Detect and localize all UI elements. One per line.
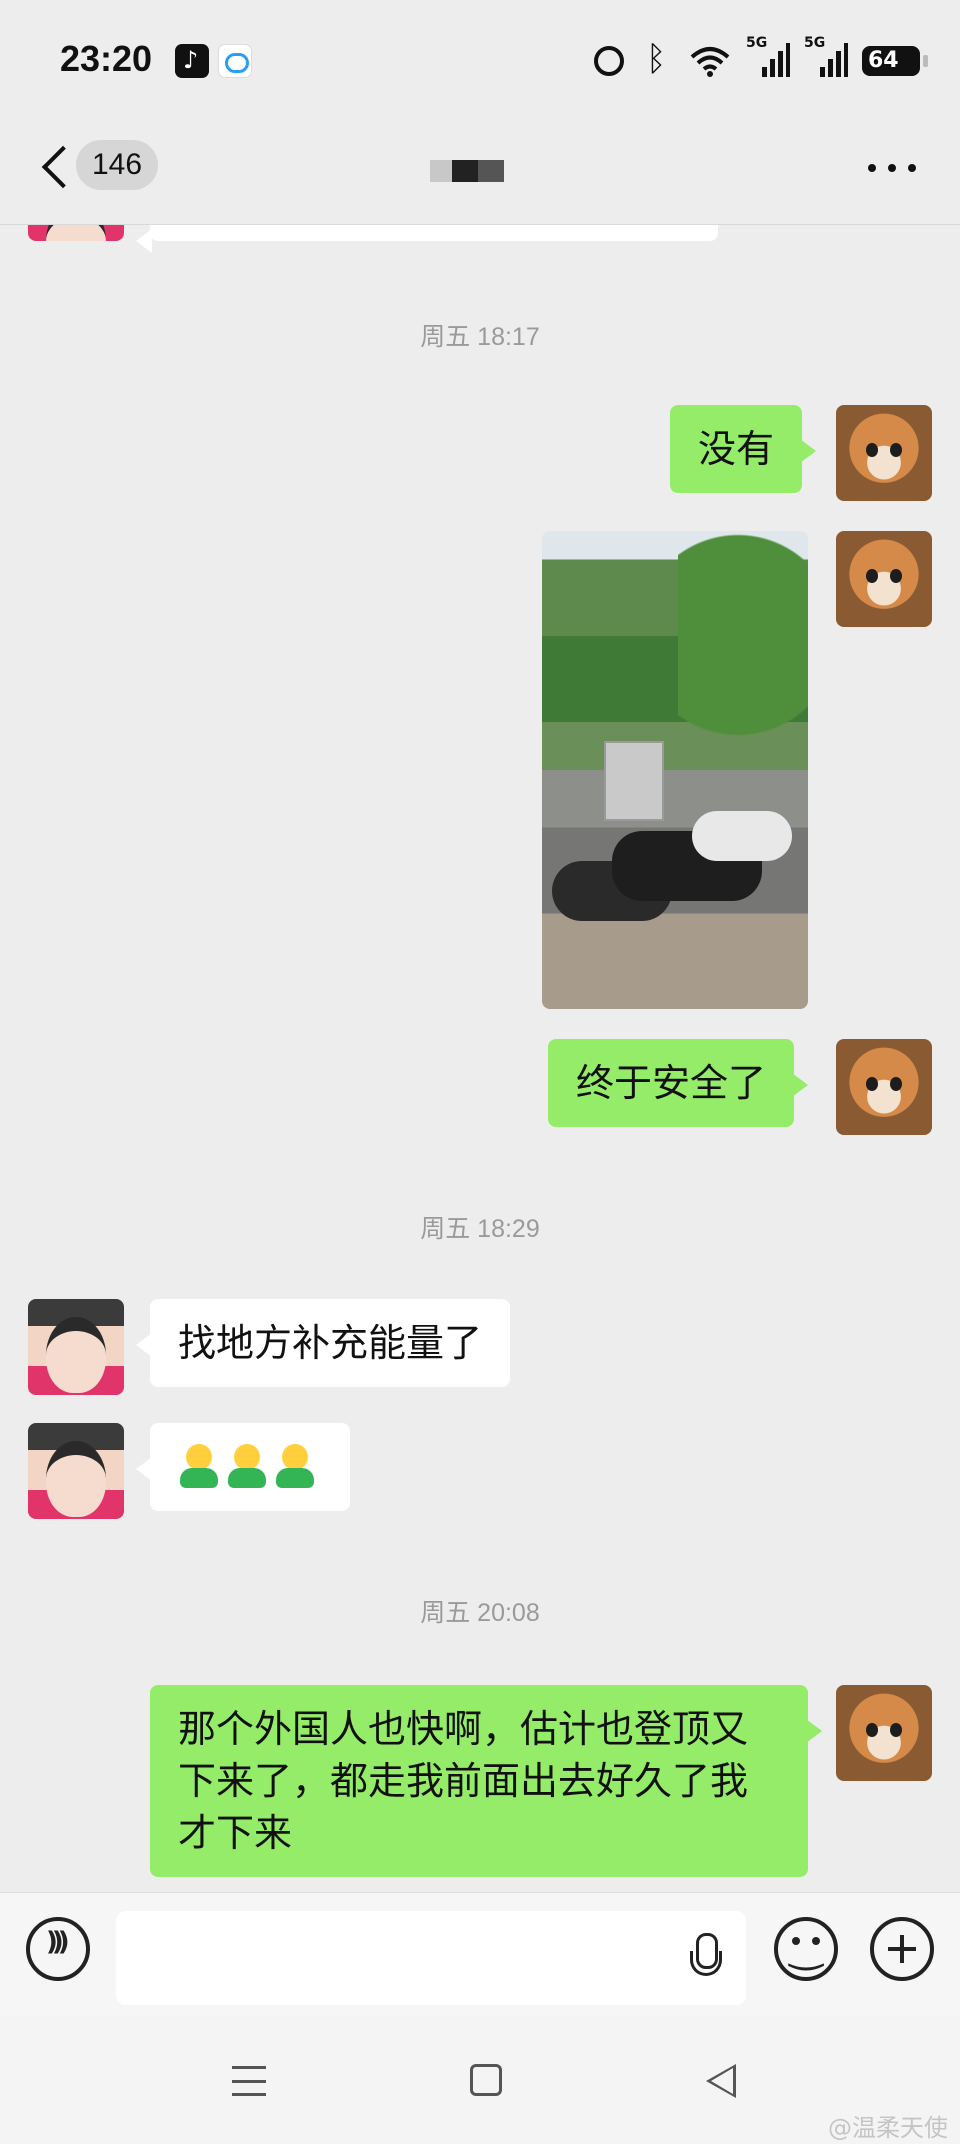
chat-messages[interactable]: 周五 18:17 没有 终于安全了 周五 18:29 找地方补充能量了 周五 2…	[0, 224, 960, 1892]
contact-avatar[interactable]	[28, 225, 124, 241]
message-image[interactable]	[542, 531, 808, 1009]
emoji-icon	[226, 1444, 268, 1490]
chat-header: 146	[0, 120, 960, 224]
chat-app-icon	[218, 44, 252, 78]
emoji-row	[178, 1441, 322, 1493]
message-input[interactable]	[116, 1911, 746, 2005]
message-bubble-self[interactable]: 没有	[670, 405, 817, 493]
battery-icon: 64	[862, 46, 928, 76]
alarm-icon	[594, 46, 624, 76]
self-avatar[interactable]	[836, 531, 932, 627]
message-timestamp: 周五 20:08	[420, 1599, 540, 1627]
contact-avatar[interactable]	[28, 1423, 124, 1519]
photo-kiosk	[604, 741, 664, 821]
home-key-icon[interactable]	[470, 2064, 502, 2096]
microphone-icon[interactable]	[688, 1933, 722, 1985]
self-avatar[interactable]	[836, 1039, 932, 1135]
watermark: @温柔天使	[828, 2114, 948, 2142]
message-timestamp: 周五 18:17	[420, 323, 540, 351]
status-time: 23:20	[60, 38, 153, 79]
back-key-icon[interactable]	[706, 2064, 736, 2098]
menu-key-icon[interactable]	[232, 2066, 266, 2096]
back-icon[interactable]	[38, 144, 68, 190]
message-bubble-other[interactable]: 找地方补充能量了	[135, 1299, 511, 1387]
tiktok-icon	[175, 44, 209, 78]
more-actions-plus-icon[interactable]	[870, 1917, 934, 1981]
emoji-icon	[178, 1444, 220, 1490]
system-navigation-bar: @温柔天使	[0, 2016, 960, 2144]
voice-toggle-icon[interactable]	[26, 1917, 90, 1981]
message-bubble-self[interactable]: 终于安全了	[548, 1039, 809, 1127]
status-bar: 23:20 5G 5G 64	[0, 0, 960, 120]
message-bubble-self[interactable]: 那个外国人也快啊，估计也登顶又下来了，都走我前面出去好久了我才下来	[150, 1685, 822, 1877]
unread-count-badge[interactable]: 146	[76, 140, 159, 190]
emoji-icon	[274, 1444, 316, 1490]
wifi-icon	[688, 43, 732, 79]
photo-scooter	[692, 811, 792, 861]
bluetooth-icon	[638, 39, 674, 79]
message-bubble-emoji[interactable]	[136, 1423, 350, 1511]
network-type-2: 5G	[804, 35, 826, 51]
emoji-picker-icon[interactable]	[774, 1917, 838, 1981]
message-timestamp: 周五 18:29	[420, 1215, 540, 1243]
photo-tree	[678, 531, 808, 791]
contact-avatar[interactable]	[28, 1299, 124, 1395]
self-avatar[interactable]	[836, 405, 932, 501]
message-bubble-partial[interactable]	[136, 225, 718, 253]
chat-title-obscured	[430, 160, 504, 182]
status-icons: 5G 5G 64	[594, 35, 928, 84]
input-bar	[0, 1892, 960, 2016]
signal-icon-2: 5G	[804, 35, 848, 79]
network-type: 5G	[746, 35, 768, 51]
self-avatar[interactable]	[836, 1685, 932, 1781]
more-options-icon[interactable]	[868, 164, 916, 174]
signal-icon: 5G	[746, 35, 790, 79]
battery-level: 64	[868, 48, 899, 73]
